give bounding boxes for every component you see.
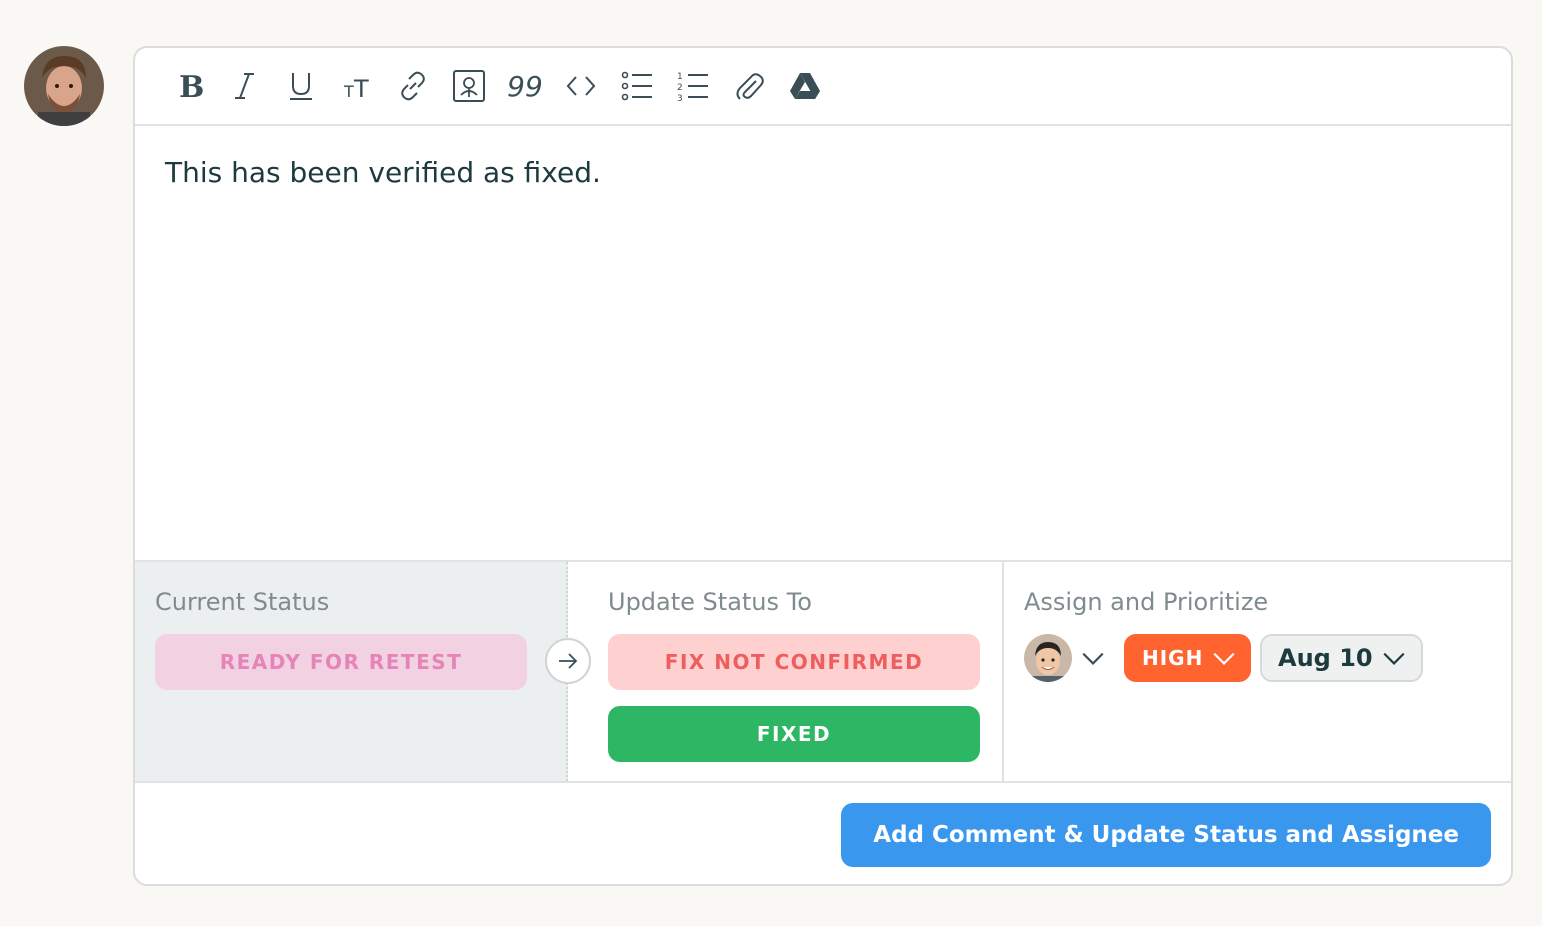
fix-not-confirmed-button[interactable]: FIX NOT CONFIRMED [608,634,980,690]
svg-text:T: T [353,75,369,103]
current-status-title: Current Status [155,588,330,616]
underline-icon[interactable] [273,58,329,114]
google-drive-icon[interactable] [777,58,833,114]
editor-footer: Add Comment & Update Status and Assignee [135,783,1511,884]
quote-icon[interactable]: 99 [497,58,553,114]
update-status-panel: Update Status To FIX NOT CONFIRMED FIXED [568,562,1004,781]
image-icon[interactable] [441,58,497,114]
assignee-dropdown[interactable] [1024,634,1106,682]
numbered-list-icon[interactable]: 123 [665,58,721,114]
priority-dropdown[interactable]: HIGH [1124,634,1252,682]
add-comment-update-button[interactable]: Add Comment & Update Status and Assignee [841,803,1491,867]
comment-text: This has been verified as fixed. [165,156,601,189]
due-date-dropdown[interactable]: Aug 10 [1260,634,1423,682]
italic-icon[interactable] [217,58,273,114]
update-status-title: Update Status To [608,588,812,616]
comment-text-area[interactable]: This has been verified as fixed. [135,126,1511,560]
svg-text:2: 2 [677,83,683,93]
bullet-list-icon[interactable] [609,58,665,114]
formatting-toolbar: B TT 99 123 [135,48,1511,126]
user-avatar [24,46,104,126]
svg-text:1: 1 [677,72,683,82]
svg-text:B: B [179,70,204,103]
assign-prioritize-panel: Assign and Prioritize HIGH Aug 10 [1004,562,1511,781]
code-icon[interactable] [553,58,609,114]
fixed-button[interactable]: FIXED [608,706,980,762]
assignee-avatar [1024,634,1072,682]
arrow-right-icon [545,638,591,684]
status-panels: Current Status READY FOR RETEST Update S… [135,560,1511,783]
bold-icon[interactable]: B [161,58,217,114]
current-status-badge: READY FOR RETEST [155,634,527,690]
link-icon[interactable] [385,58,441,114]
due-date-label: Aug 10 [1278,644,1373,672]
chevron-down-icon [1082,652,1104,665]
priority-label: HIGH [1142,646,1204,670]
assign-title: Assign and Prioritize [1024,588,1269,616]
svg-text:3: 3 [677,94,683,103]
current-status-panel: Current Status READY FOR RETEST [135,562,591,781]
chevron-down-icon [1383,652,1405,665]
svg-text:T: T [343,82,354,101]
chevron-down-icon [1213,652,1235,665]
attachment-icon[interactable] [721,58,777,114]
comment-editor: B TT 99 123 This has been verified as fi… [133,46,1513,886]
text-size-icon[interactable]: TT [329,58,385,114]
